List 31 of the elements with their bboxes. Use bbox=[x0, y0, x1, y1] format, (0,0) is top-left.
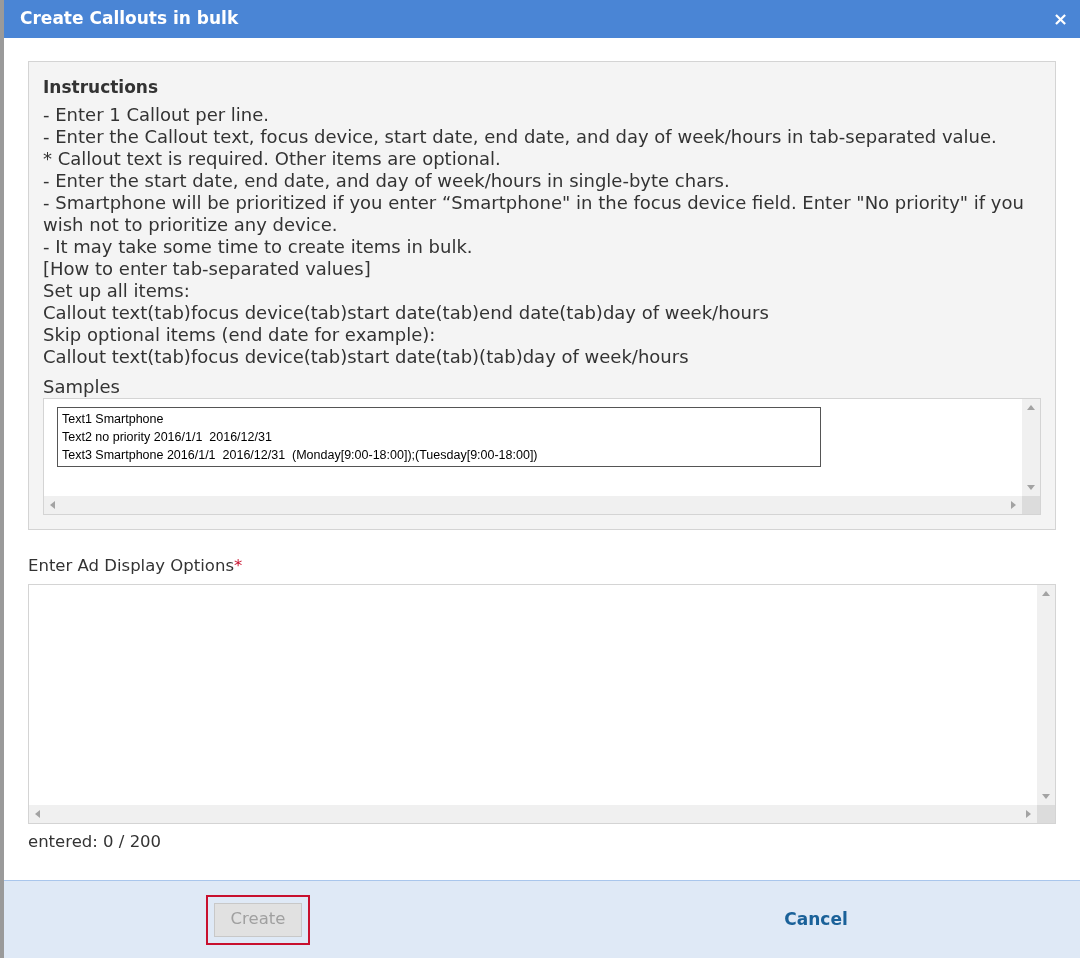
scroll-right-arrow-icon[interactable] bbox=[1008, 500, 1018, 510]
scroll-down-arrow-icon[interactable] bbox=[1026, 482, 1036, 492]
instruction-line: Set up all items: bbox=[43, 280, 191, 302]
samples-label: Samples bbox=[43, 376, 121, 398]
vertical-scrollbar[interactable] bbox=[1037, 584, 1055, 805]
instruction-line: * Callout text is required. Other items are optional. bbox=[43, 148, 502, 170]
sample-line: Text3 Smartphone 2016/1/1 2016/12/31 (Monday[9:00-18:00]);(Tuesday[9:00-18:00]) bbox=[62, 447, 539, 464]
scroll-up-arrow-icon[interactable] bbox=[1026, 403, 1036, 413]
field-label: Enter Ad Display Options* bbox=[28, 555, 244, 577]
instruction-line: - It may take some time to create items in bulk. bbox=[43, 236, 474, 258]
horizontal-scrollbar[interactable] bbox=[44, 496, 1022, 514]
entered-counter: entered: 0 / 200 bbox=[28, 830, 163, 853]
scroll-left-arrow-icon[interactable] bbox=[33, 808, 43, 819]
instruction-line: Skip optional items (end date for example): bbox=[43, 324, 437, 346]
instruction-line: - Smartphone will be prioritized if you enter “Smartphone" in the focus device field. Enter "No priority" if you wish not to prioritize any device. bbox=[43, 192, 1025, 236]
instruction-line: [How to enter tab-separated values] bbox=[43, 258, 372, 280]
instruction-line: Callout text(tab)focus device(tab)start date(tab)end date(tab)day of week/hours bbox=[43, 302, 770, 324]
close-button[interactable]: × bbox=[1052, 10, 1068, 28]
scroll-right-arrow-icon[interactable] bbox=[1023, 808, 1033, 819]
cancel-link[interactable]: Cancel bbox=[784, 906, 848, 933]
scroll-left-arrow-icon[interactable] bbox=[48, 500, 58, 510]
sample-line: Text2 no priority 2016/1/1 2016/12/31 bbox=[62, 429, 273, 446]
instruction-line: - Enter the Callout text, focus device, start date, end date, and day of week/hours in tab-separated value. bbox=[43, 126, 998, 148]
instructions-heading: Instructions bbox=[43, 76, 160, 98]
vertical-scrollbar[interactable] bbox=[1022, 399, 1040, 496]
dialog-title: Create Callouts in bulk bbox=[20, 7, 239, 31]
instruction-line: - Enter the start date, end date, and day of week/hours in single-byte chars. bbox=[43, 170, 731, 192]
horizontal-scrollbar[interactable] bbox=[29, 804, 1037, 823]
sample-line: Text1 Smartphone bbox=[62, 411, 165, 428]
instruction-line: Callout text(tab)focus device(tab)start date(tab)(tab)day of week/hours bbox=[43, 346, 690, 368]
instruction-line: - Enter 1 Callout per line. bbox=[43, 104, 271, 126]
